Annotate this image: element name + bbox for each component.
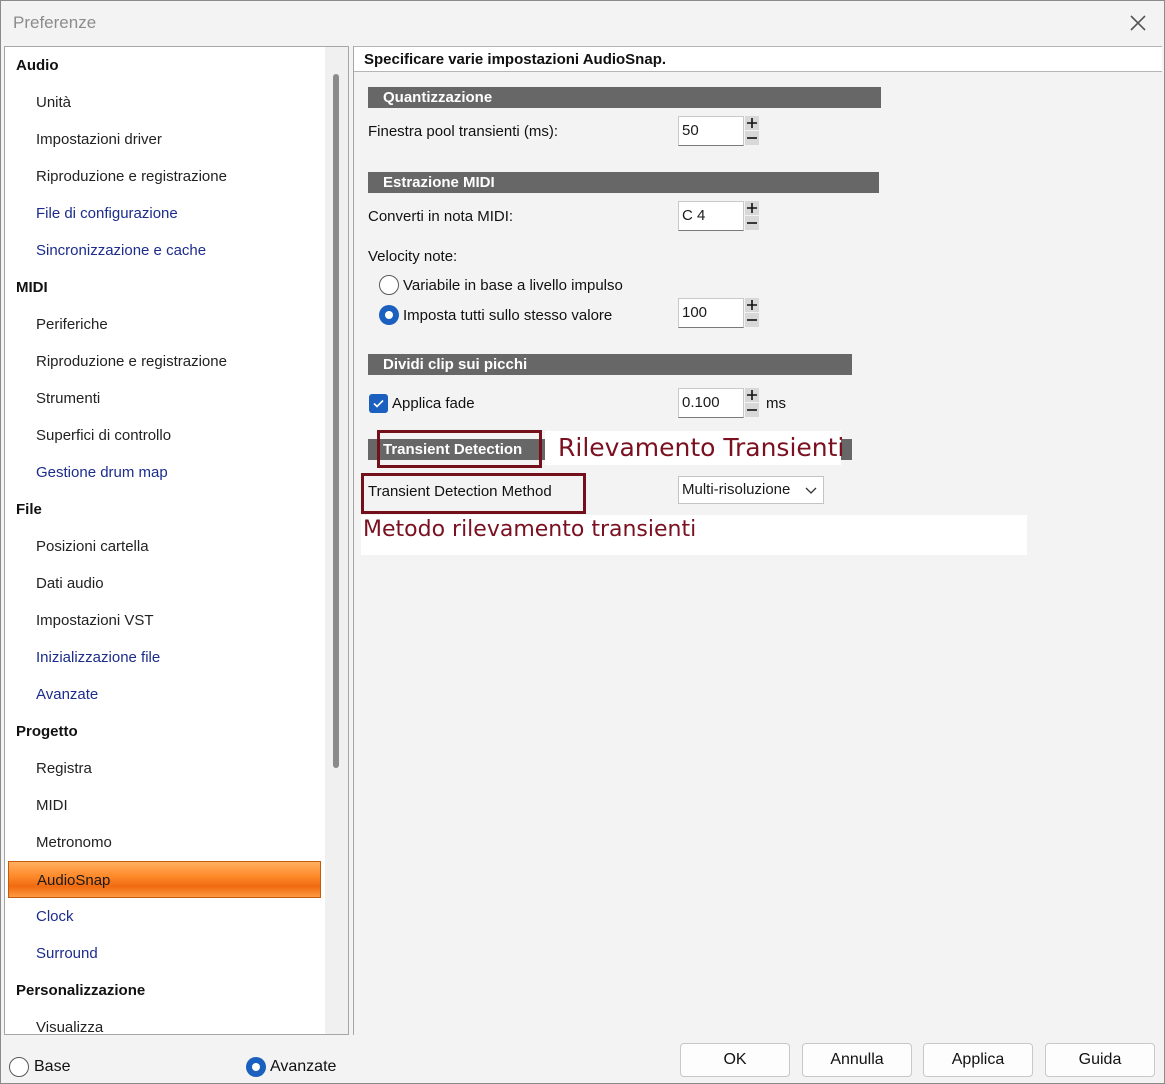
pool-window-input[interactable]: 50 <box>678 116 744 146</box>
sidebar-item-riproduzione-e-registrazione[interactable]: Riproduzione e registrazione <box>5 158 323 195</box>
sidebar-item-riproduzione-e-registrazione[interactable]: Riproduzione e registrazione <box>5 343 323 380</box>
checkmark-icon <box>373 399 384 408</box>
fade-value-input[interactable]: 0.100 <box>678 388 744 418</box>
close-icon <box>1130 15 1146 31</box>
plus-icon <box>747 203 757 213</box>
sidebar-item-inizializzazione-file[interactable]: Inizializzazione file <box>5 639 323 676</box>
method-highlight-box <box>361 473 586 514</box>
preferences-window: Preferenze Audio Unità Impostazioni driver… <box>0 0 1165 1084</box>
velocity-label: Velocity note: <box>368 248 458 265</box>
sidebar-item-surround[interactable]: Surround <box>5 935 323 972</box>
sidebar-group-file[interactable]: File <box>5 491 323 528</box>
convert-note-input[interactable]: C 4 <box>678 201 744 231</box>
convert-note-decrement[interactable] <box>745 216 759 230</box>
mode-advanced-label[interactable]: Avanzate <box>270 1058 336 1076</box>
plus-icon <box>747 300 757 310</box>
plus-icon <box>747 390 757 400</box>
fade-unit-label: ms <box>766 395 786 412</box>
velocity-value-decrement[interactable] <box>745 313 759 327</box>
mode-basic-label[interactable]: Base <box>34 1058 70 1076</box>
sidebar-item-gestione-drum-map[interactable]: Gestione drum map <box>5 454 323 491</box>
velocity-fixed-label[interactable]: Imposta tutti sullo stesso valore <box>403 307 612 324</box>
pool-window-spinner <box>745 116 759 146</box>
velocity-value-spinner <box>745 298 759 328</box>
apply-fade-checkbox[interactable] <box>369 394 388 413</box>
sidebar-item-clock[interactable]: Clock <box>5 898 323 935</box>
help-button[interactable]: Guida <box>1045 1043 1155 1077</box>
convert-note-label: Converti in nota MIDI: <box>368 208 514 225</box>
velocity-value-increment[interactable] <box>745 298 759 312</box>
sidebar-group-personalizzazione[interactable]: Personalizzazione <box>5 972 323 1009</box>
sidebar-item-unità[interactable]: Unità <box>5 84 323 121</box>
panel-header: Specificare varie impostazioni AudioSnap… <box>354 46 1162 72</box>
sidebar-group-midi[interactable]: MIDI <box>5 269 323 306</box>
settings-panel: Specificare varie impostazioni AudioSnap… <box>353 46 1162 1035</box>
sidebar-scrollbar[interactable] <box>325 47 348 1034</box>
sidebar-item-strumenti[interactable]: Strumenti <box>5 380 323 417</box>
pool-window-increment[interactable] <box>745 116 759 130</box>
apply-button[interactable]: Applica <box>923 1043 1033 1077</box>
sidebar-item-metronomo[interactable]: Metronomo <box>5 824 323 861</box>
fade-value-decrement[interactable] <box>745 403 759 417</box>
section-highlight-box <box>377 430 542 468</box>
ok-button[interactable]: OK <box>680 1043 790 1077</box>
sidebar-group-audio[interactable]: Audio <box>5 47 323 84</box>
chevron-down-icon <box>805 487 817 494</box>
sidebar-item-avanzate[interactable]: Avanzate <box>5 676 323 713</box>
sidebar-item-sincronizzazione-e-cache[interactable]: Sincronizzazione e cache <box>5 232 323 269</box>
sidebar-group-progetto[interactable]: Progetto <box>5 713 323 750</box>
section-split-clip: Dividi clip sui picchi <box>368 354 852 375</box>
velocity-value-input[interactable]: 100 <box>678 298 744 328</box>
minus-icon <box>747 319 757 321</box>
minus-icon <box>747 137 757 139</box>
category-list: Audio Unità Impostazioni driver Riproduzion… <box>5 47 323 1034</box>
apply-fade-label[interactable]: Applica fade <box>392 395 475 412</box>
sidebar-item-dati-audio[interactable]: Dati audio <box>5 565 323 602</box>
panel-description: Specificare varie impostazioni AudioSnap… <box>364 51 667 68</box>
sidebar-item-periferiche[interactable]: Periferiche <box>5 306 323 343</box>
pool-window-label: Finestra pool transienti (ms): <box>368 123 559 140</box>
sidebar-item-posizioni-cartella[interactable]: Posizioni cartella <box>5 528 323 565</box>
sidebar-item-visualizza[interactable]: Visualizza <box>5 1009 323 1034</box>
method-translation-annotation: Metodo rilevamento transienti <box>363 517 697 542</box>
close-button[interactable] <box>1126 11 1150 35</box>
mode-basic-radio[interactable] <box>9 1057 29 1077</box>
velocity-variable-label[interactable]: Variabile in base a livello impulso <box>403 277 623 294</box>
transient-method-value: Multi-risoluzione <box>682 481 791 498</box>
sidebar-item-impostazioni-vst[interactable]: Impostazioni VST <box>5 602 323 639</box>
minus-icon <box>747 409 757 411</box>
section-midi-extract: Estrazione MIDI <box>368 172 879 193</box>
plus-icon <box>747 118 757 128</box>
mode-advanced-radio[interactable] <box>246 1057 266 1077</box>
sidebar-item-superfici-di-controllo[interactable]: Superfici di controllo <box>5 417 323 454</box>
section-translation-annotation: Rilevamento Transienti <box>558 433 845 462</box>
velocity-fixed-radio[interactable] <box>379 305 399 325</box>
window-title: Preferenze <box>13 13 97 32</box>
sidebar-scroll-thumb[interactable] <box>333 74 339 768</box>
section-quantize: Quantizzazione <box>368 87 881 108</box>
fade-value-increment[interactable] <box>745 388 759 402</box>
sidebar-item-midi[interactable]: MIDI <box>5 787 323 824</box>
convert-note-increment[interactable] <box>745 201 759 215</box>
sidebar-item-file-di-configurazione[interactable]: File di configurazione <box>5 195 323 232</box>
velocity-variable-radio[interactable] <box>379 275 399 295</box>
cancel-button[interactable]: Annulla <box>802 1043 912 1077</box>
convert-note-spinner <box>745 201 759 231</box>
sidebar-item-impostazioni-driver[interactable]: Impostazioni driver <box>5 121 323 158</box>
category-tree[interactable]: Audio Unità Impostazioni driver Riproduzion… <box>4 46 349 1035</box>
minus-icon <box>747 222 757 224</box>
sidebar-item-registra[interactable]: Registra <box>5 750 323 787</box>
transient-method-dropdown[interactable]: Multi-risoluzione <box>678 476 824 504</box>
pool-window-decrement[interactable] <box>745 131 759 145</box>
fade-value-spinner <box>745 388 759 418</box>
title-bar: Preferenze <box>1 1 1164 45</box>
sidebar-item-audiosnap[interactable]: AudioSnap <box>8 861 321 898</box>
